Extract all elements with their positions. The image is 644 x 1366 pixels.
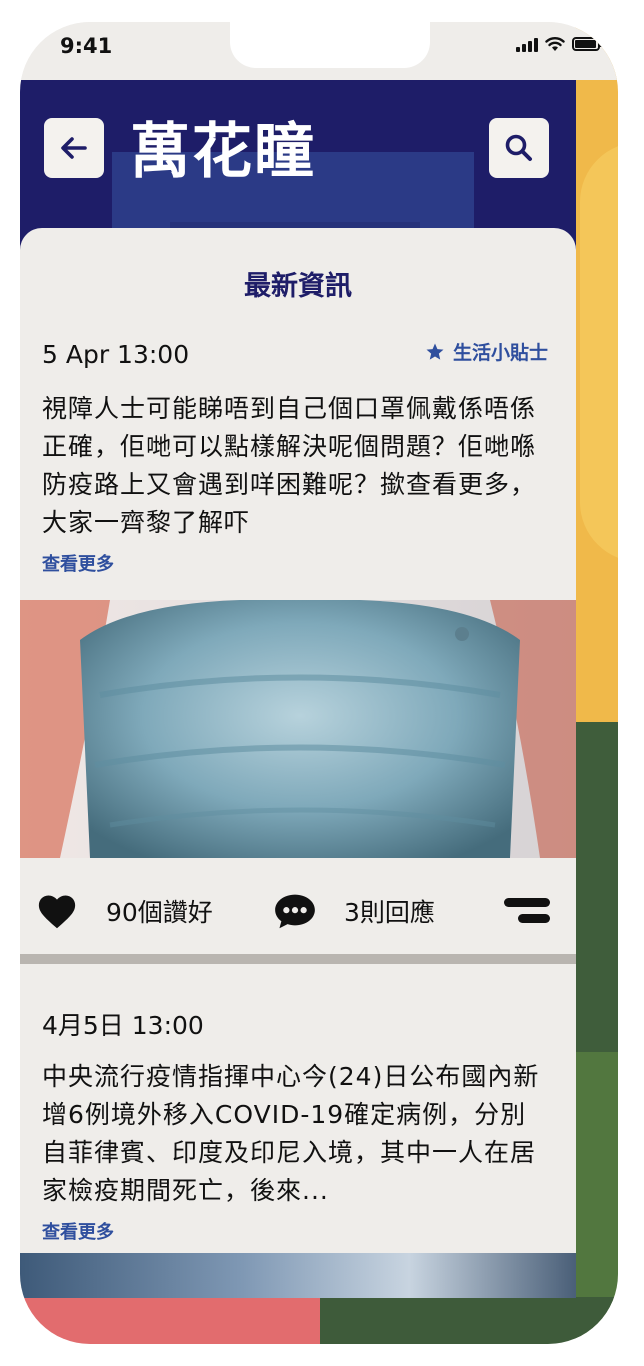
arrow-left-icon: [61, 137, 87, 159]
post-date: 5 Apr 13:00: [42, 340, 190, 369]
post-tag[interactable]: 生活小貼士: [425, 338, 548, 365]
status-time: 9:41: [60, 34, 113, 58]
post-tag-label: 生活小貼士: [452, 342, 548, 364]
post-date: 4月5日 13:00: [42, 1011, 204, 1040]
menu-icon: [504, 898, 550, 923]
like-count: 90個讚好: [106, 898, 213, 927]
post-body: 中央流行疫情指揮中心今(24)日公布國內新增6例境外移入COVID-19確定病例…: [42, 1062, 540, 1205]
divider: [20, 954, 576, 964]
battery-icon: [572, 37, 603, 51]
post-actions: 90個讚好 3則回應: [20, 858, 576, 954]
read-more-link[interactable]: 查看更多: [42, 550, 114, 576]
signal-icon: [516, 36, 538, 52]
read-more-link[interactable]: 查看更多: [42, 1218, 114, 1244]
status-icons: [516, 36, 603, 52]
search-icon: [505, 134, 532, 161]
post-image[interactable]: [20, 600, 576, 858]
wifi-icon: [545, 37, 565, 51]
like-button[interactable]: 90個讚好: [36, 892, 213, 930]
status-bar: 9:41: [20, 22, 618, 80]
side-decoration: [580, 142, 618, 562]
side-decoration: [575, 722, 618, 1052]
section-title: 最新資訊: [244, 271, 352, 302]
news-card: 最新資訊 5 Apr 13:00 生活小貼士 視障人士可能睇唔到自己個口罩佩戴係…: [20, 228, 576, 1298]
phone-screen: 9:41 萬花瞳 最新資訊 5 Apr 13:00 生活小貼士 視障人士可能睇唔…: [20, 22, 618, 1344]
star-icon: [426, 343, 444, 360]
heart-icon: [38, 895, 76, 929]
chat-bubble-icon: [275, 894, 315, 929]
bottom-decoration: [20, 1297, 320, 1344]
notch: [230, 22, 430, 68]
app-title: 萬花瞳: [130, 117, 316, 187]
back-button[interactable]: [44, 118, 104, 178]
search-button[interactable]: [489, 118, 549, 178]
reply-count: 3則回應: [344, 898, 435, 927]
mask-photo: [20, 600, 576, 858]
post-body: 視障人士可能睇唔到自己個口罩佩戴係唔係正確，佢哋可以點樣解決呢個問題？佢哋喺防疫…: [42, 394, 537, 537]
post-image[interactable]: [20, 1253, 576, 1298]
reply-button[interactable]: 3則回應: [272, 892, 435, 930]
bottom-decoration: [320, 1297, 618, 1344]
more-options-button[interactable]: [504, 896, 550, 926]
